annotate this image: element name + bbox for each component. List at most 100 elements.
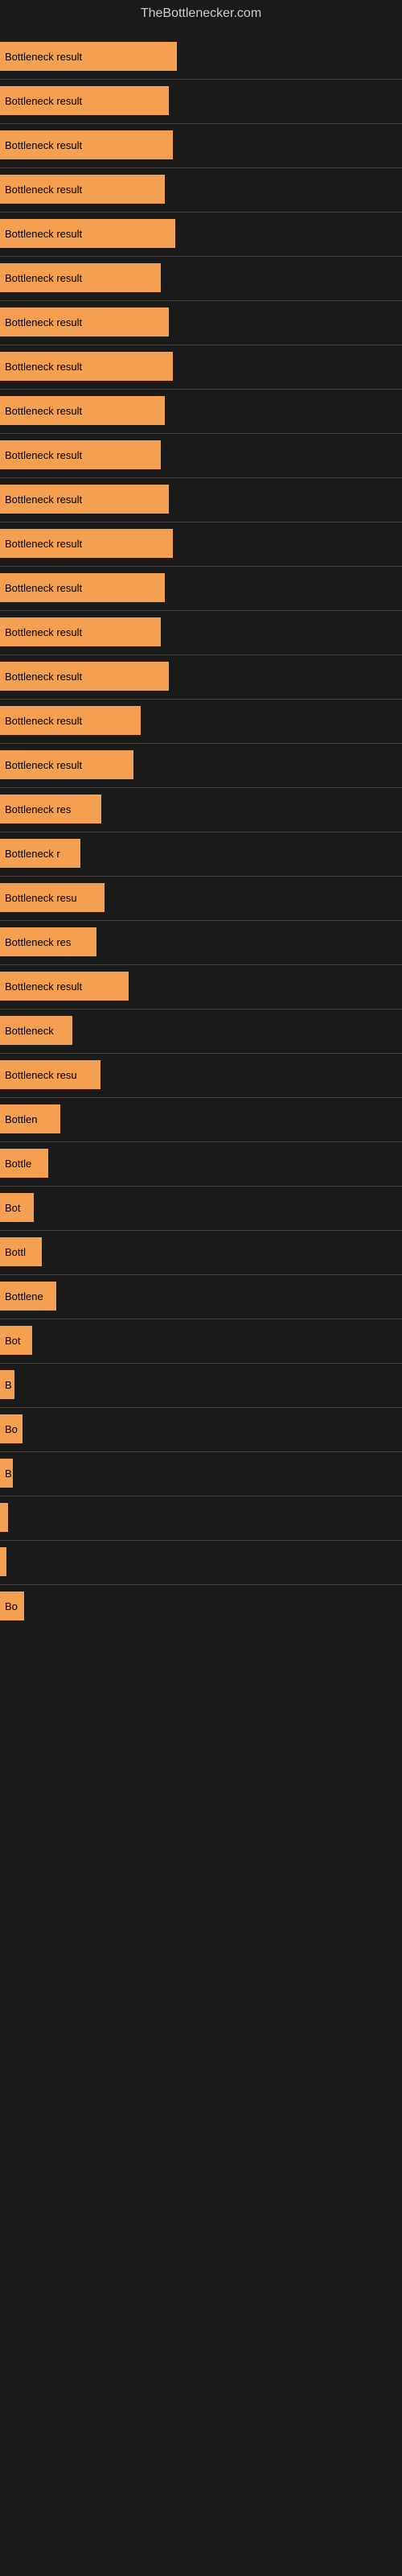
bar-row: Bottleneck result — [0, 434, 402, 476]
bottleneck-bar[interactable]: Bottleneck result — [0, 175, 165, 204]
site-title: TheBottlenecker.com — [0, 0, 402, 27]
bar-label: Bo — [5, 1423, 18, 1435]
bottleneck-bar[interactable]: Bottle — [0, 1149, 48, 1178]
bottleneck-bar[interactable]: Bottl — [0, 1237, 42, 1266]
bar-row: Bottleneck result — [0, 168, 402, 210]
bar-row: B — [0, 1452, 402, 1494]
bar-label: Bottleneck result — [5, 759, 82, 771]
bar-label: Bottle — [5, 1158, 31, 1170]
bar-row: Bottleneck resu — [0, 877, 402, 919]
bar-label: Bottleneck result — [5, 671, 82, 683]
bar-label: B — [5, 1379, 12, 1391]
bottleneck-bar[interactable]: Bottleneck r — [0, 839, 80, 868]
bar-row: Bottleneck result — [0, 213, 402, 254]
bottleneck-bar[interactable]: Bottleneck res — [0, 927, 96, 956]
bottleneck-bar[interactable]: Bottlen — [0, 1104, 60, 1133]
bar-row: Bottleneck result — [0, 124, 402, 166]
bottleneck-bar[interactable]: Bottleneck resu — [0, 1060, 100, 1089]
bottleneck-bar[interactable]: Bottleneck result — [0, 750, 133, 779]
bottleneck-bar[interactable]: Bottleneck result — [0, 529, 173, 558]
bottleneck-bar[interactable]: B — [0, 1459, 13, 1488]
bar-label: Bottleneck res — [5, 936, 71, 948]
bottleneck-bar[interactable]: Bottleneck resu — [0, 883, 105, 912]
bottleneck-bar[interactable]: Bottleneck result — [0, 440, 161, 469]
bar-label: Bottleneck result — [5, 626, 82, 638]
bar-label: Bottleneck result — [5, 184, 82, 196]
bottleneck-bar[interactable]: Bottleneck — [0, 1016, 72, 1045]
bar-label: Bottleneck result — [5, 582, 82, 594]
bar-row: Bottleneck result — [0, 301, 402, 343]
bar-label: Bottleneck result — [5, 95, 82, 107]
bar-label: Bottleneck result — [5, 316, 82, 328]
bar-label: Bottleneck resu — [5, 892, 77, 904]
bar-row: Bottleneck result — [0, 655, 402, 697]
bottleneck-bar[interactable]: Bottleneck result — [0, 396, 165, 425]
bottleneck-bar[interactable]: Bottleneck result — [0, 485, 169, 514]
bar-row: Bottleneck res — [0, 788, 402, 830]
bar-row: Bottleneck result — [0, 567, 402, 609]
bottleneck-bar[interactable]: B — [0, 1370, 14, 1399]
bar-label: Bottleneck result — [5, 361, 82, 373]
bar-row: Bottlene — [0, 1275, 402, 1317]
bar-row: Bottleneck r — [0, 832, 402, 874]
bar-row: Bottle — [0, 1142, 402, 1184]
bar-row: Bottleneck result — [0, 80, 402, 122]
bar-label: Bottleneck resu — [5, 1069, 77, 1081]
bottleneck-bar[interactable]: Bottleneck res — [0, 795, 101, 824]
bottleneck-bar[interactable] — [0, 1547, 6, 1576]
bar-label: Bottleneck result — [5, 449, 82, 461]
bar-label: Bottleneck result — [5, 493, 82, 506]
bar-label: Bottleneck — [5, 1025, 54, 1037]
bar-label: Bottleneck result — [5, 715, 82, 727]
bottleneck-bar[interactable]: Bottleneck result — [0, 972, 129, 1001]
bar-row: Bottleneck result — [0, 700, 402, 741]
bar-row: Bottleneck result — [0, 345, 402, 387]
bottleneck-bar[interactable]: Bottleneck result — [0, 352, 173, 381]
bottleneck-bar[interactable]: Bottleneck result — [0, 308, 169, 336]
bar-row: Bottleneck result — [0, 744, 402, 786]
bar-label: Bottlene — [5, 1290, 43, 1302]
bottleneck-bar[interactable]: Bottleneck result — [0, 617, 161, 646]
site-title-text: TheBottlenecker.com — [141, 6, 261, 20]
bar-row: Bottl — [0, 1231, 402, 1273]
bar-label: Bo — [5, 1600, 18, 1612]
bottleneck-bar[interactable]: Bo — [0, 1591, 24, 1620]
bottleneck-bar[interactable]: Bottleneck result — [0, 42, 177, 71]
bottleneck-bar[interactable]: Bottleneck result — [0, 573, 165, 602]
bar-row: Bottleneck result — [0, 35, 402, 77]
bar-row: Bo — [0, 1585, 402, 1627]
bar-row: B — [0, 1364, 402, 1406]
bar-label: Bottleneck result — [5, 272, 82, 284]
bottleneck-bar[interactable]: Bottleneck result — [0, 263, 161, 292]
bar-row: Bottleneck result — [0, 478, 402, 520]
bar-label: Bottleneck res — [5, 803, 71, 815]
bottleneck-bar[interactable]: Bottleneck result — [0, 130, 173, 159]
bar-row: Bottleneck resu — [0, 1054, 402, 1096]
bar-label: B — [5, 1468, 12, 1480]
bar-row: Bottleneck result — [0, 390, 402, 431]
bar-row: Bottleneck result — [0, 257, 402, 299]
bottleneck-bar[interactable]: Bo — [0, 1414, 23, 1443]
bar-row: Bottleneck result — [0, 965, 402, 1007]
bottleneck-bar[interactable]: Bottlene — [0, 1282, 56, 1311]
bottleneck-bar[interactable]: Bottleneck result — [0, 706, 141, 735]
bar-row: Bottleneck — [0, 1009, 402, 1051]
bar-label: Bottl — [5, 1246, 26, 1258]
bars-container: Bottleneck result Bottleneck result Bottle… — [0, 27, 402, 1637]
bar-row: Bottleneck result — [0, 522, 402, 564]
bar-row: Bot — [0, 1187, 402, 1228]
bar-label: Bottleneck result — [5, 538, 82, 550]
bottleneck-bar[interactable]: Bottleneck result — [0, 662, 169, 691]
bar-row: Bot — [0, 1319, 402, 1361]
bottleneck-bar[interactable]: Bot — [0, 1193, 34, 1222]
bottleneck-bar[interactable]: Bottleneck result — [0, 219, 175, 248]
bar-row — [0, 1541, 402, 1583]
bottleneck-bar[interactable] — [0, 1503, 8, 1532]
bar-label: Bot — [5, 1202, 21, 1214]
bar-label: Bottleneck result — [5, 980, 82, 993]
bottleneck-bar[interactable]: Bottleneck result — [0, 86, 169, 115]
bar-label: Bottleneck r — [5, 848, 60, 860]
bar-row: Bottleneck result — [0, 611, 402, 653]
bottleneck-bar[interactable]: Bot — [0, 1326, 32, 1355]
bar-row: Bottlen — [0, 1098, 402, 1140]
